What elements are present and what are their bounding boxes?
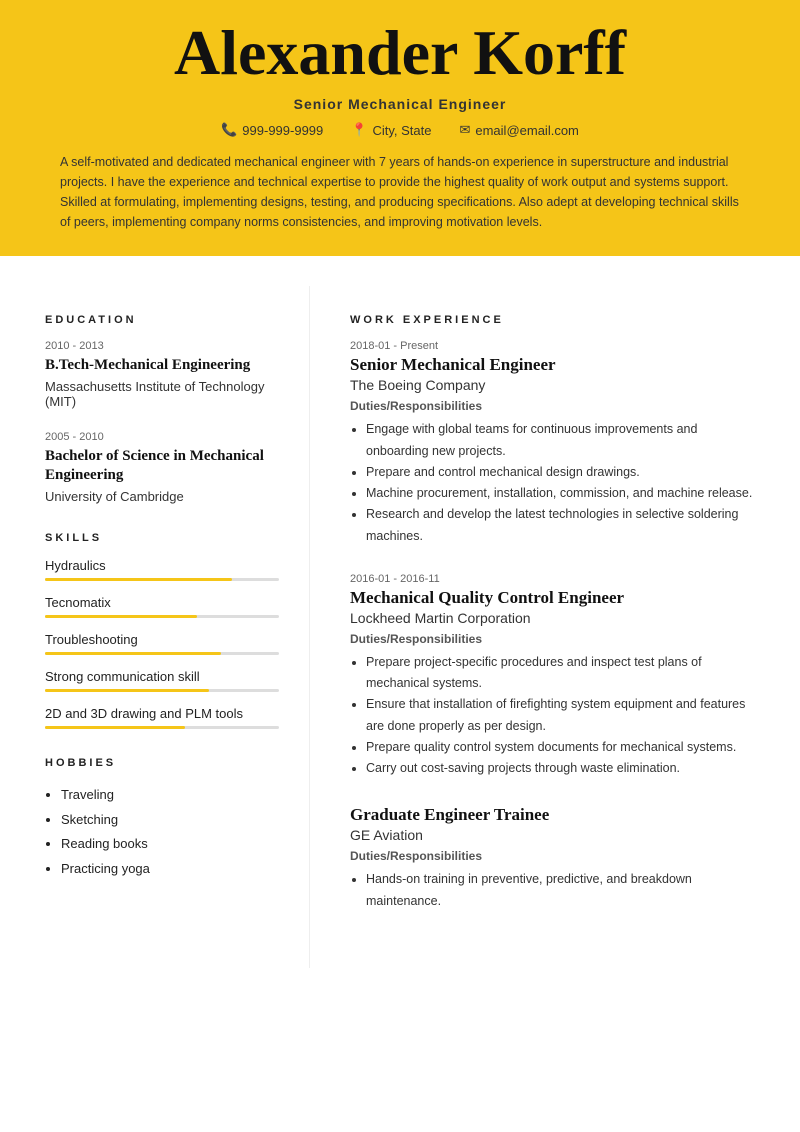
skill-item: 2D and 3D drawing and PLM tools xyxy=(45,706,279,729)
candidate-title: Senior Mechanical Engineer xyxy=(0,96,800,112)
hobby-item: Traveling xyxy=(61,783,279,808)
main-body: EDUCATION 2010 - 2013 B.Tech-Mechanical … xyxy=(0,256,800,968)
work-dates: 2016-01 - 2016-11 xyxy=(350,573,760,585)
phone-icon: 📞 xyxy=(221,122,237,138)
work-list: 2018-01 - Present Senior Mechanical Engi… xyxy=(350,340,760,912)
duty-item: Ensure that installation of firefighting… xyxy=(366,694,760,737)
email-text: email@email.com xyxy=(475,123,579,138)
skill-bar-fill xyxy=(45,652,221,655)
duty-item: Carry out cost-saving projects through w… xyxy=(366,758,760,779)
skill-bar-bg xyxy=(45,689,279,692)
duty-item: Prepare quality control system documents… xyxy=(366,737,760,758)
edu-years: 2005 - 2010 xyxy=(45,431,279,443)
work-item: 2018-01 - Present Senior Mechanical Engi… xyxy=(350,340,760,547)
skill-bar-fill xyxy=(45,615,197,618)
edu-degree: B.Tech-Mechanical Engineering xyxy=(45,356,279,376)
skill-name: 2D and 3D drawing and PLM tools xyxy=(45,706,279,721)
skill-bar-bg xyxy=(45,726,279,729)
work-section-title: WORK EXPERIENCE xyxy=(350,314,760,326)
skill-name: Strong communication skill xyxy=(45,669,279,684)
work-title: Senior Mechanical Engineer xyxy=(350,355,760,375)
duty-item: Engage with global teams for continuous … xyxy=(366,419,760,462)
work-company: Lockheed Martin Corporation xyxy=(350,610,760,626)
skill-name: Hydraulics xyxy=(45,558,279,573)
work-item: 2016-01 - 2016-11 Mechanical Quality Con… xyxy=(350,573,760,780)
email-contact: ✉ email@email.com xyxy=(459,122,578,138)
duty-item: Hands-on training in preventive, predict… xyxy=(366,869,760,912)
duties-label: Duties/Responsibilities xyxy=(350,849,760,863)
skill-bar-bg xyxy=(45,578,279,581)
edu-years: 2010 - 2013 xyxy=(45,340,279,352)
location-contact: 📍 City, State xyxy=(351,122,431,138)
work-item: Graduate Engineer Trainee GE Aviation Du… xyxy=(350,805,760,912)
duties-list: Hands-on training in preventive, predict… xyxy=(350,869,760,912)
contact-info: 📞 999-999-9999 📍 City, State ✉ email@ema… xyxy=(0,122,800,138)
resume-header: Alexander Korff Senior Mechanical Engine… xyxy=(0,0,800,256)
duties-list: Engage with global teams for continuous … xyxy=(350,419,760,547)
education-item: 2005 - 2010 Bachelor of Science in Mecha… xyxy=(45,431,279,504)
skill-name: Tecnomatix xyxy=(45,595,279,610)
skill-bar-bg xyxy=(45,615,279,618)
candidate-name: Alexander Korff xyxy=(0,0,800,96)
work-company: GE Aviation xyxy=(350,827,760,843)
duty-item: Prepare project-specific procedures and … xyxy=(366,652,760,695)
email-icon: ✉ xyxy=(459,122,470,138)
work-company: The Boeing Company xyxy=(350,377,760,393)
skill-bar-fill xyxy=(45,726,185,729)
phone-number: 999-999-9999 xyxy=(242,123,323,138)
skill-name: Troubleshooting xyxy=(45,632,279,647)
hobby-item: Practicing yoga xyxy=(61,857,279,882)
duties-label: Duties/Responsibilities xyxy=(350,632,760,646)
hobbies-section-title: HOBBIES xyxy=(45,757,279,769)
skill-bar-fill xyxy=(45,578,232,581)
skill-item: Strong communication skill xyxy=(45,669,279,692)
edu-degree: Bachelor of Science in Mechanical Engine… xyxy=(45,447,279,486)
work-title: Graduate Engineer Trainee xyxy=(350,805,760,825)
skill-bar-fill xyxy=(45,689,209,692)
edu-school: Massachusetts Institute of Technology (M… xyxy=(45,379,279,409)
phone-contact: 📞 999-999-9999 xyxy=(221,122,323,138)
skills-section-title: SKILLS xyxy=(45,532,279,544)
duties-list: Prepare project-specific procedures and … xyxy=(350,652,760,780)
education-item: 2010 - 2013 B.Tech-Mechanical Engineerin… xyxy=(45,340,279,409)
work-dates: 2018-01 - Present xyxy=(350,340,760,352)
duty-item: Research and develop the latest technolo… xyxy=(366,504,760,547)
hobbies-list: TravelingSketchingReading booksPracticin… xyxy=(45,783,279,882)
education-list: 2010 - 2013 B.Tech-Mechanical Engineerin… xyxy=(45,340,279,504)
duties-label: Duties/Responsibilities xyxy=(350,399,760,413)
duty-item: Prepare and control mechanical design dr… xyxy=(366,462,760,483)
right-column: WORK EXPERIENCE 2018-01 - Present Senior… xyxy=(310,286,800,968)
skill-item: Tecnomatix xyxy=(45,595,279,618)
skill-item: Hydraulics xyxy=(45,558,279,581)
skills-list: Hydraulics Tecnomatix Troubleshooting St… xyxy=(45,558,279,729)
location-text: City, State xyxy=(372,123,431,138)
edu-school: University of Cambridge xyxy=(45,489,279,504)
hobby-item: Reading books xyxy=(61,832,279,857)
left-column: EDUCATION 2010 - 2013 B.Tech-Mechanical … xyxy=(0,286,310,968)
skill-item: Troubleshooting xyxy=(45,632,279,655)
work-title: Mechanical Quality Control Engineer xyxy=(350,588,760,608)
hobby-item: Sketching xyxy=(61,808,279,833)
skill-bar-bg xyxy=(45,652,279,655)
education-section-title: EDUCATION xyxy=(45,314,279,326)
duty-item: Machine procurement, installation, commi… xyxy=(366,483,760,504)
candidate-summary: A self-motivated and dedicated mechanica… xyxy=(60,152,740,232)
location-icon: 📍 xyxy=(351,122,367,138)
